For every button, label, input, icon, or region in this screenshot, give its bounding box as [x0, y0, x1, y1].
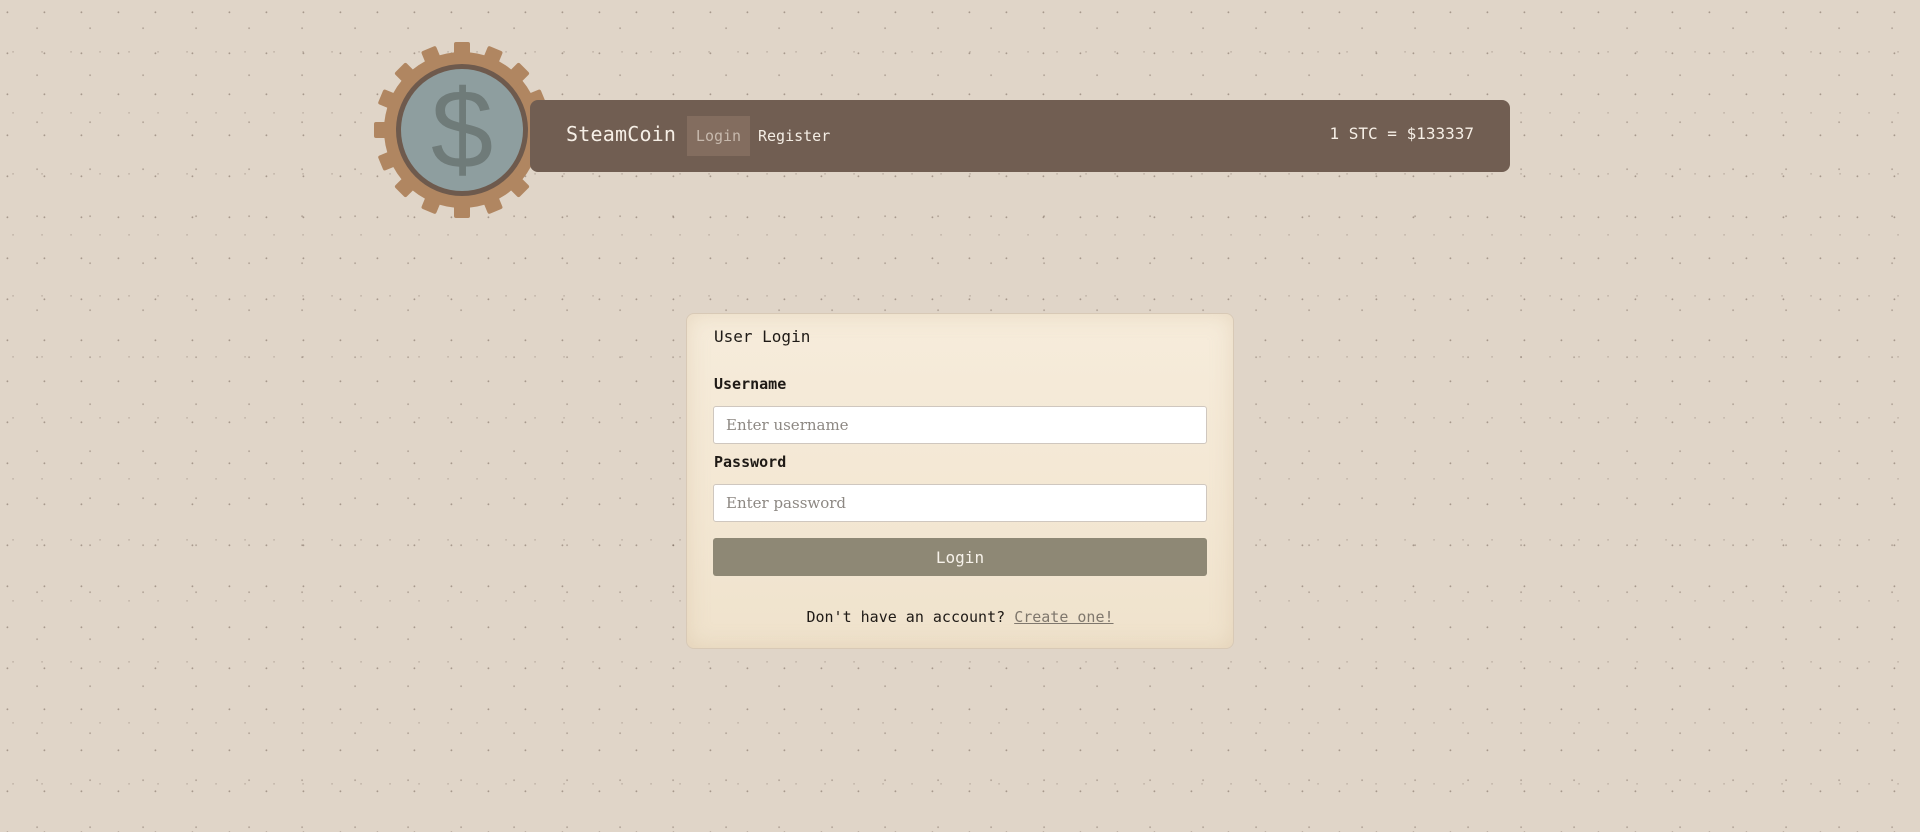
navbar: SteamCoin Login Register 1 STC = $133337 [530, 100, 1510, 172]
signup-prompt-text: Don't have an account? [806, 608, 1006, 626]
card-title: User Login [714, 327, 811, 346]
nav-login-link[interactable]: Login [687, 116, 750, 156]
username-input[interactable] [713, 406, 1207, 444]
signup-prompt-line: Don't have an account? Create one! [687, 608, 1233, 626]
brand-title[interactable]: SteamCoin [566, 122, 676, 146]
exchange-rate: 1 STC = $133337 [1329, 124, 1475, 143]
username-label: Username [714, 375, 787, 393]
gear-dollar-icon: $ [374, 42, 550, 218]
gear-tooth [374, 122, 398, 138]
dollar-icon: $ [431, 67, 493, 192]
create-account-link[interactable]: Create one! [1014, 608, 1113, 626]
gear-tooth [454, 42, 470, 66]
login-card: User Login Username Password Login Don't… [686, 313, 1234, 649]
nav-register-link[interactable]: Register [758, 116, 830, 156]
password-label: Password [714, 453, 787, 471]
login-button[interactable]: Login [713, 538, 1207, 576]
gear-tooth [454, 194, 470, 218]
password-input[interactable] [713, 484, 1207, 522]
